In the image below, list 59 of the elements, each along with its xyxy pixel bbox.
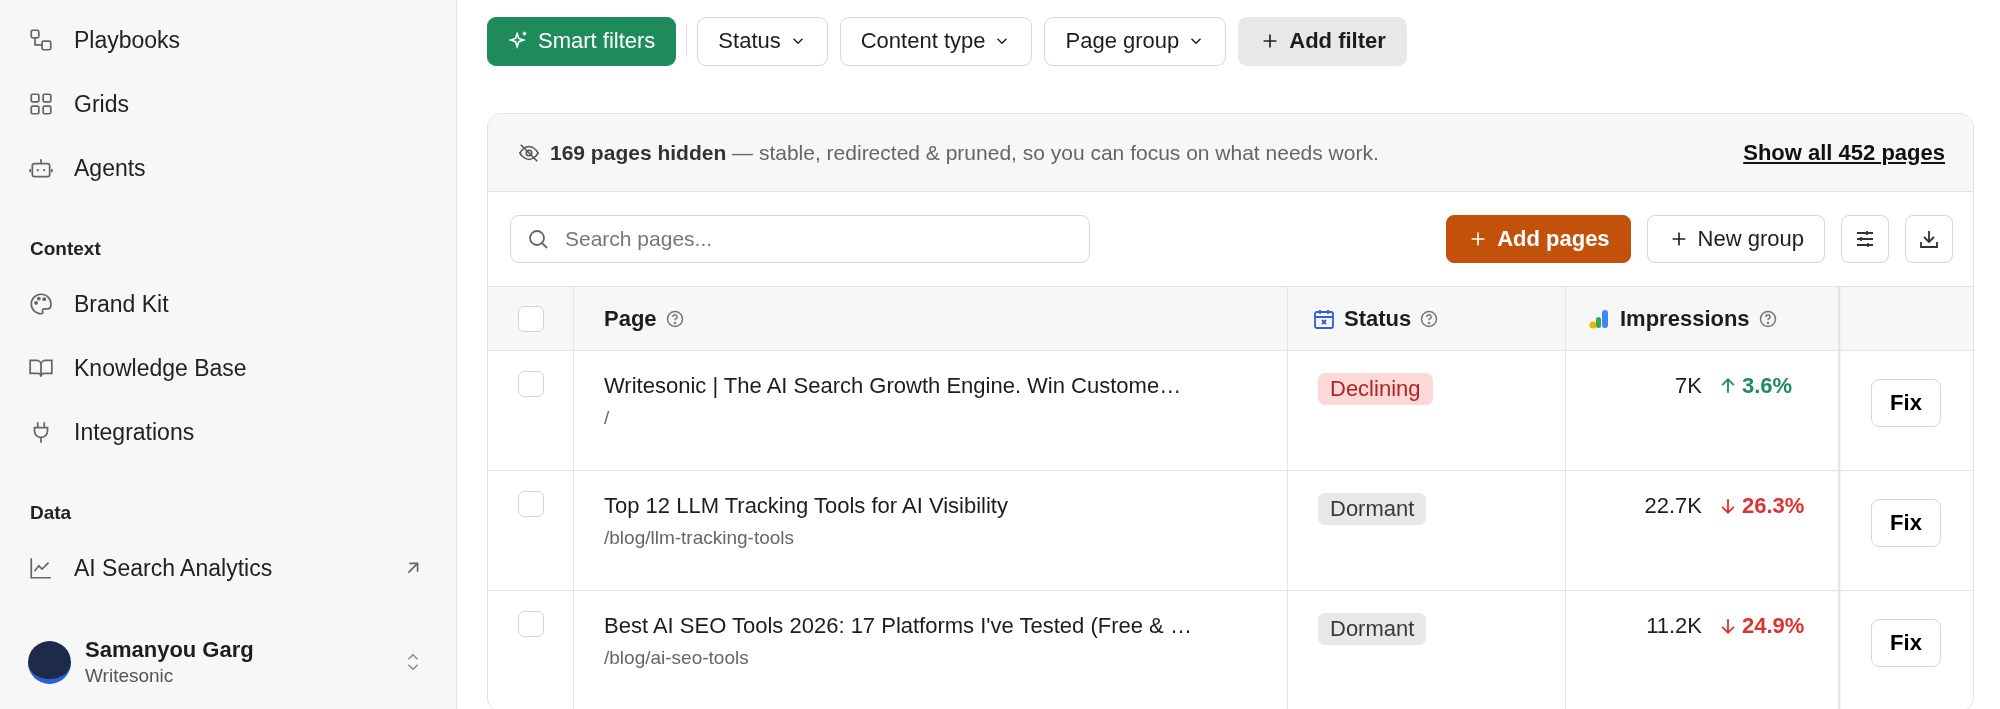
account-switcher[interactable]: Samanyou Garg Writesonic [28, 637, 432, 687]
page-path: /blog/llm-tracking-tools [604, 527, 796, 549]
help-icon[interactable] [664, 308, 685, 329]
status-badge: Dormant [1318, 613, 1427, 645]
toolbar-button[interactable]: Add pages [1446, 215, 1631, 263]
filter-button[interactable]: Status [697, 16, 828, 66]
page-title[interactable]: Writesonic | The AI Search Growth Engine. Win Custome… [604, 373, 1287, 399]
sidebar-item[interactable]: Agents [28, 136, 432, 200]
impressions-change: 26.3% [1718, 493, 1818, 519]
user-name: Samanyou Garg [85, 637, 255, 663]
sidebar-item[interactable]: Brand Kit [28, 272, 432, 336]
filter-button[interactable]: Add filter [1238, 16, 1407, 66]
page-title[interactable]: Best AI SEO Tools 2026: 17 Platforms I've Tested (Free & … [604, 613, 1287, 639]
impressions-value: 22.7K [1644, 493, 1702, 519]
sidebar-item[interactable]: AI Search Analytics [28, 536, 432, 600]
sidebar-item[interactable]: Grids [28, 72, 432, 136]
impressions-change: 3.6% [1718, 373, 1818, 399]
search-field[interactable]: Search pages... [510, 215, 1090, 263]
sidebar-item[interactable]: Knowledge Base [28, 336, 432, 400]
show-all-link[interactable]: Show all 452 pages [1743, 139, 1945, 166]
grid-icon [28, 91, 54, 117]
sidebar-item[interactable]: Integrations [28, 400, 432, 464]
chart-icon [28, 555, 54, 581]
toolbar-button[interactable]: New group [1646, 215, 1825, 263]
help-icon[interactable] [1419, 308, 1440, 329]
row-checkbox[interactable] [517, 611, 544, 637]
download-button[interactable] [1905, 215, 1953, 263]
impressions-value: 7K [1675, 373, 1702, 399]
section-heading: Context [29, 237, 102, 261]
select-all-checkbox[interactable] [517, 305, 544, 332]
column-header: Impressions [1620, 305, 1750, 332]
status-badge: Dormant [1318, 493, 1427, 525]
column-header: Status [1344, 305, 1412, 332]
impressions-change: 24.9% [1718, 613, 1818, 639]
section-heading: Data [29, 501, 73, 525]
search-icon [526, 227, 550, 251]
fix-button[interactable]: Fix [1871, 499, 1941, 547]
palette-icon [28, 291, 54, 317]
row-checkbox[interactable] [517, 491, 544, 517]
column-header: Page [604, 305, 657, 332]
fix-button[interactable]: Fix [1871, 619, 1941, 667]
playbooks-icon [28, 27, 54, 53]
status-badge: Declining [1318, 373, 1433, 405]
fix-button[interactable]: Fix [1871, 379, 1941, 427]
help-icon[interactable] [1757, 308, 1778, 329]
eye-off-icon [518, 141, 540, 164]
hidden-pages-notice: 169 pages hidden — stable, redirected & pruned, so you can focus on what needs work. [550, 140, 1380, 165]
page-path: / [604, 407, 611, 429]
impressions-value: 11.2K [1646, 613, 1702, 639]
sidebar-item[interactable]: Playbooks [28, 8, 432, 72]
page-path: /blog/ai-seo-tools [604, 647, 750, 669]
filter-button[interactable]: Page group [1044, 16, 1227, 66]
organization-name: Writesonic [85, 665, 175, 687]
page-title[interactable]: Top 12 LLM Tracking Tools for AI Visibility [604, 493, 1287, 519]
filter-button[interactable]: Content type [839, 16, 1033, 66]
settings-button[interactable] [1841, 215, 1889, 263]
avatar [28, 640, 71, 684]
filter-button[interactable]: Smart filters [487, 16, 677, 66]
row-checkbox[interactable] [517, 371, 544, 397]
